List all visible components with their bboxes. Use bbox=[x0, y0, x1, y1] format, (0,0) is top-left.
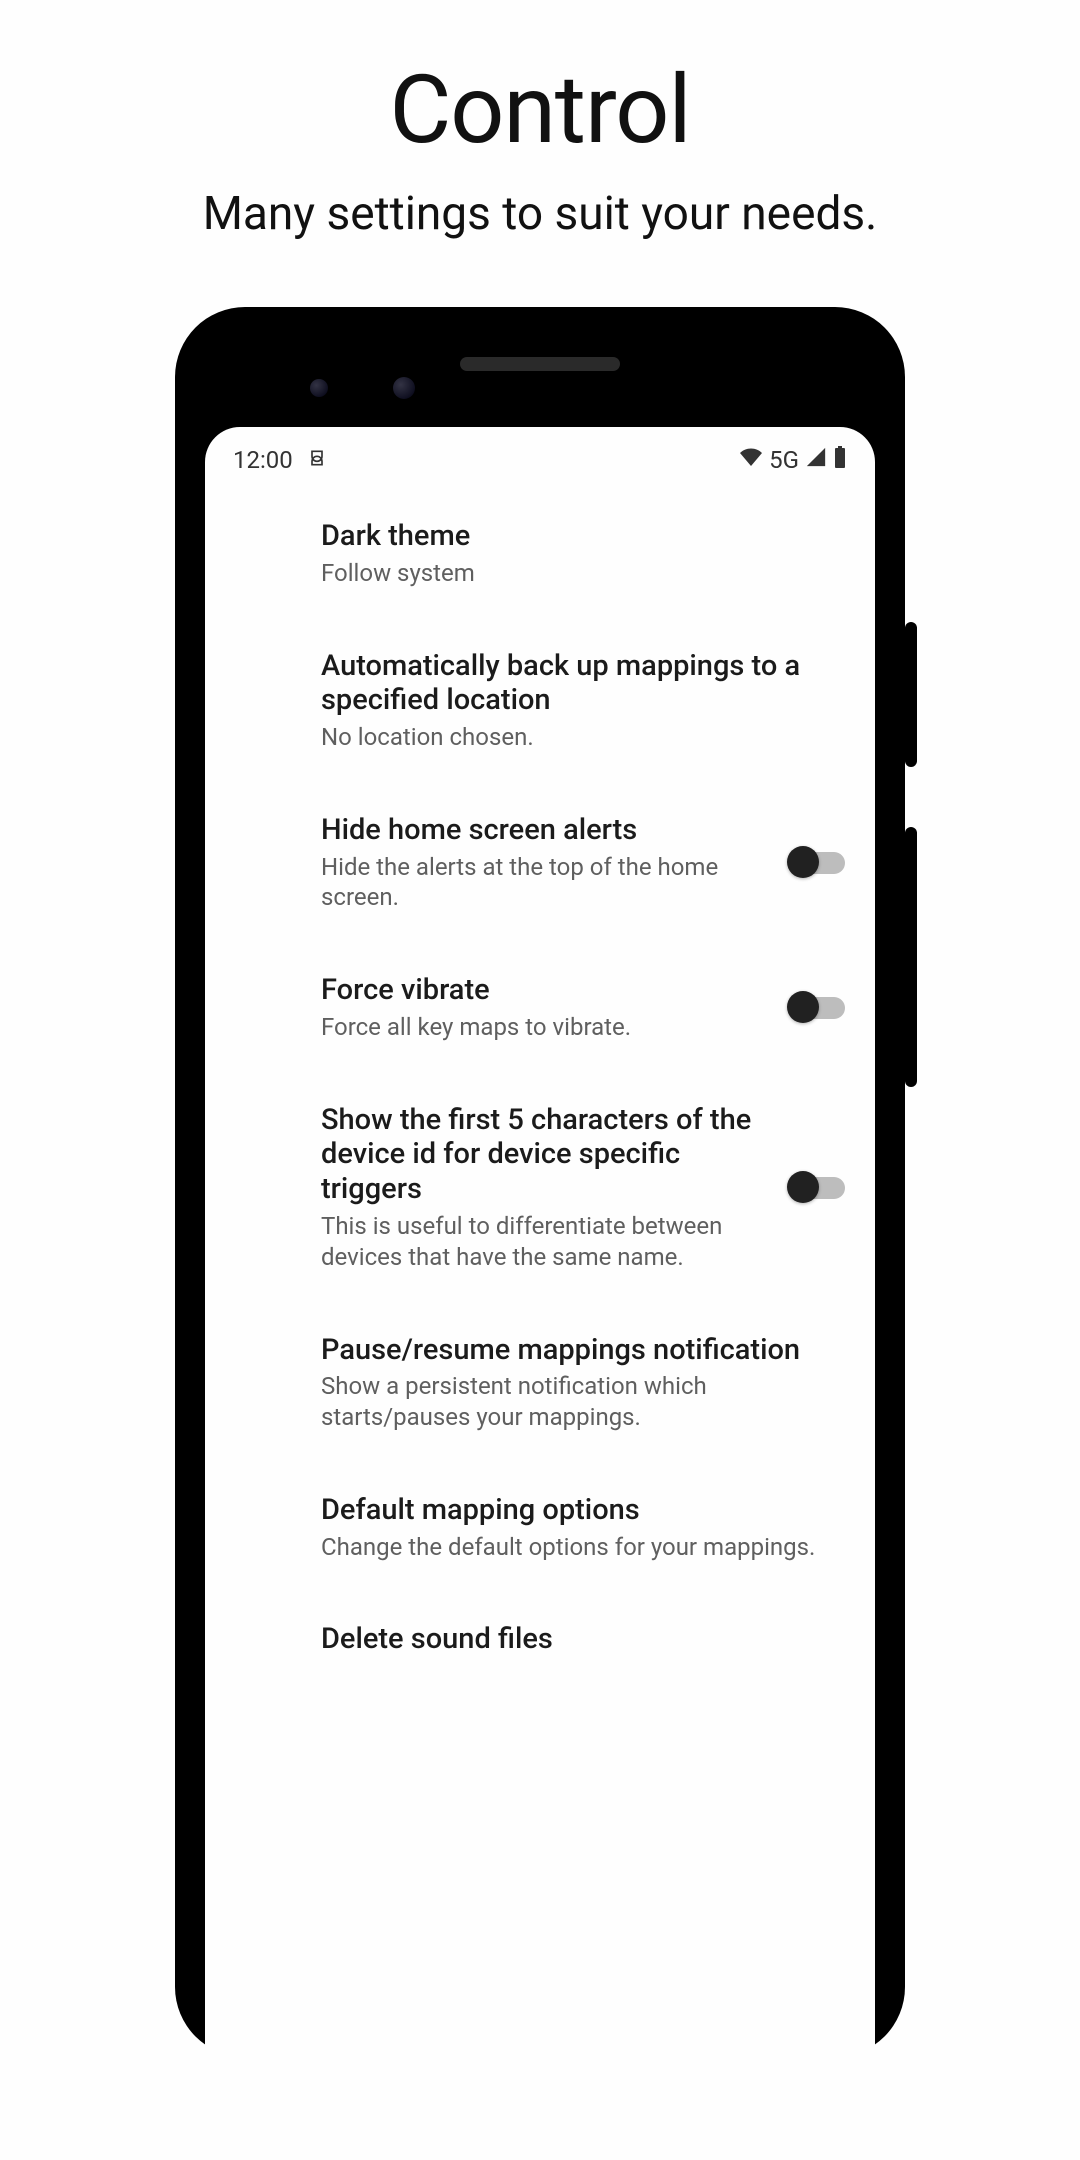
app-icon bbox=[307, 446, 327, 474]
hero-header: Control Many settings to suit your needs… bbox=[203, 0, 878, 242]
hero-title: Control bbox=[203, 55, 878, 166]
setting-row[interactable]: Automatically back up mappings to a spec… bbox=[321, 619, 845, 783]
setting-title: Dark theme bbox=[321, 519, 845, 554]
setting-text: Automatically back up mappings to a spec… bbox=[321, 649, 845, 753]
wifi-icon bbox=[739, 445, 763, 475]
setting-description: Show a persistent notification which sta… bbox=[321, 1371, 845, 1432]
setting-row[interactable]: Dark theme Follow system bbox=[321, 497, 845, 619]
settings-list[interactable]: Dark theme Follow system Automatically bac… bbox=[205, 479, 875, 2057]
setting-row[interactable]: Show the first 5 characters of the devic… bbox=[321, 1073, 845, 1303]
toggle-switch[interactable] bbox=[791, 852, 845, 874]
status-time: 12:00 bbox=[233, 446, 293, 474]
status-left: 12:00 bbox=[233, 446, 327, 474]
phone-camera-2 bbox=[393, 377, 415, 399]
setting-title: Default mapping options bbox=[321, 1493, 845, 1528]
setting-title: Force vibrate bbox=[321, 973, 767, 1008]
setting-title: Delete sound files bbox=[321, 1622, 845, 1657]
toggle-switch[interactable] bbox=[791, 1177, 845, 1199]
setting-description: Follow system bbox=[321, 558, 845, 589]
setting-title: Automatically back up mappings to a spec… bbox=[321, 649, 845, 719]
setting-text: Dark theme Follow system bbox=[321, 519, 845, 589]
setting-title: Show the first 5 characters of the devic… bbox=[321, 1103, 767, 1207]
status-right: 5G bbox=[739, 445, 847, 475]
toggle-switch[interactable] bbox=[791, 997, 845, 1019]
setting-text: Pause/resume mappings notificationShow a… bbox=[321, 1333, 845, 1433]
setting-title: Pause/resume mappings notification bbox=[321, 1333, 845, 1368]
setting-text: Show the first 5 characters of the devic… bbox=[321, 1103, 767, 1273]
setting-description: Hide the alerts at the top of the home s… bbox=[321, 852, 767, 913]
phone-camera-1 bbox=[310, 379, 328, 397]
setting-row[interactable]: Default mapping options Change the defaul… bbox=[321, 1463, 845, 1593]
setting-description: No location chosen. bbox=[321, 722, 845, 753]
setting-title: Hide home screen alerts bbox=[321, 813, 767, 848]
network-label: 5G bbox=[769, 446, 799, 474]
signal-icon bbox=[805, 446, 827, 474]
battery-icon bbox=[833, 445, 847, 475]
phone-side-button-2 bbox=[905, 827, 917, 1087]
setting-text: Hide home screen alerts Hide the alerts a… bbox=[321, 813, 767, 913]
phone-frame: 12:00 5G Dark themeFo bbox=[175, 307, 905, 2057]
status-bar: 12:00 5G bbox=[205, 427, 875, 479]
setting-text: Delete sound files bbox=[321, 1622, 845, 1657]
setting-description: Change the default options for your mapp… bbox=[321, 1532, 845, 1563]
setting-row[interactable]: Delete sound files bbox=[321, 1592, 845, 1687]
setting-row[interactable]: Hide home screen alerts Hide the alerts a… bbox=[321, 783, 845, 943]
phone-screen: 12:00 5G Dark themeFo bbox=[205, 427, 875, 2057]
setting-description: Force all key maps to vibrate. bbox=[321, 1012, 767, 1043]
hero-subtitle: Many settings to suit your needs. bbox=[203, 186, 878, 242]
phone-side-button-1 bbox=[905, 622, 917, 767]
setting-text: Force vibrate Force all key maps to vibra… bbox=[321, 973, 767, 1043]
phone-speaker bbox=[460, 357, 620, 371]
setting-row[interactable]: Pause/resume mappings notificationShow a… bbox=[321, 1303, 845, 1463]
setting-text: Default mapping options Change the defaul… bbox=[321, 1493, 845, 1563]
setting-description: This is useful to differentiate between … bbox=[321, 1211, 767, 1272]
setting-row[interactable]: Force vibrate Force all key maps to vibra… bbox=[321, 943, 845, 1073]
